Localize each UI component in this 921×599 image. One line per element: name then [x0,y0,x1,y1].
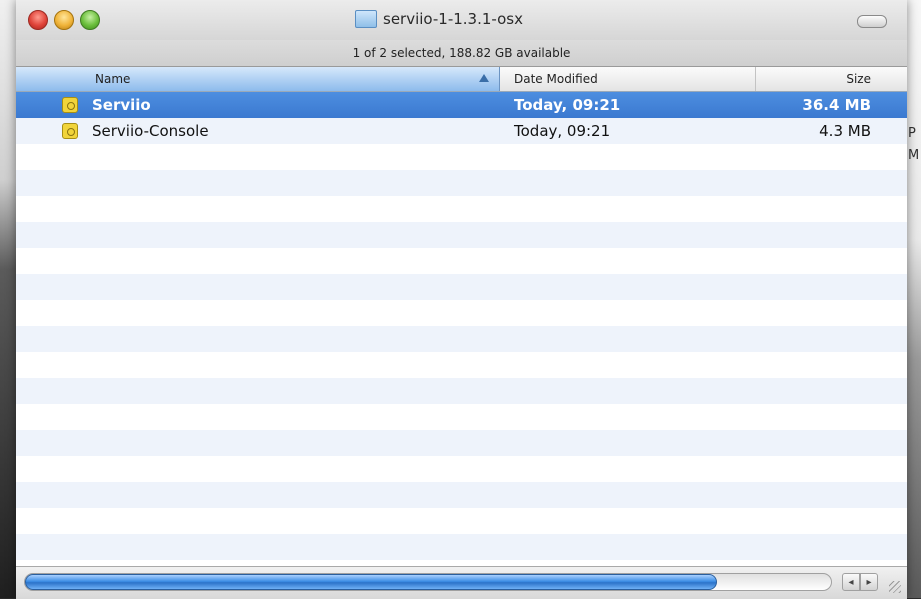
column-header-date[interactable]: Date Modified [500,67,756,91]
app-icon [62,123,78,139]
close-window-button[interactable] [28,10,48,30]
column-header-name-label: Name [95,72,131,86]
title-bar[interactable]: serviio-1-1.3.1-osx [16,0,907,40]
column-header-size[interactable]: Size [756,67,907,91]
column-header-size-label: Size [846,72,871,86]
scroll-thumb[interactable] [25,574,717,590]
column-header-date-label: Date Modified [514,72,598,86]
window-title: serviio-1-1.3.1-osx [355,8,523,30]
arrow-right-icon: ▸ [866,576,872,588]
resize-grip-icon[interactable] [889,581,901,593]
file-row[interactable]: Serviio Today, 09:21 36.4 MB [16,92,907,118]
window-title-text: serviio-1-1.3.1-osx [383,10,523,28]
background-peek-1: P [908,126,916,141]
toolbar-toggle-button[interactable] [857,15,887,28]
status-bar: 1 of 2 selected, 188.82 GB available [16,40,907,67]
status-text: 1 of 2 selected, 188.82 GB available [352,46,571,60]
background-window-peek: P M [908,123,919,167]
sort-ascending-icon [479,74,489,82]
file-date-modified: Today, 09:21 [514,122,611,140]
desktop-right-edge: P M [907,0,921,598]
scroll-right-button[interactable]: ▸ [860,573,878,591]
minimize-window-button[interactable] [54,10,74,30]
horizontal-scrollbar[interactable]: ◂ ▸ [16,566,907,599]
zoom-window-button[interactable] [80,10,100,30]
file-size: 4.3 MB [819,122,871,140]
column-header-name[interactable]: Name [16,67,500,91]
file-size: 36.4 MB [802,96,871,114]
arrow-left-icon: ◂ [848,576,854,588]
background-peek-2: M [908,148,920,163]
app-icon [62,97,78,113]
desktop-left-edge [0,0,16,598]
folder-icon [355,10,377,28]
finder-window: serviio-1-1.3.1-osx 1 of 2 selected, 188… [16,0,907,599]
file-name: Serviio [92,96,151,114]
file-row[interactable]: Serviio-Console Today, 09:21 4.3 MB [16,118,907,144]
scroll-left-button[interactable]: ◂ [842,573,860,591]
column-header: Name Date Modified Size [16,67,907,92]
file-name: Serviio-Console [92,122,209,140]
file-date-modified: Today, 09:21 [514,96,621,114]
file-list[interactable]: Serviio Today, 09:21 36.4 MB Serviio-Con… [16,92,907,566]
